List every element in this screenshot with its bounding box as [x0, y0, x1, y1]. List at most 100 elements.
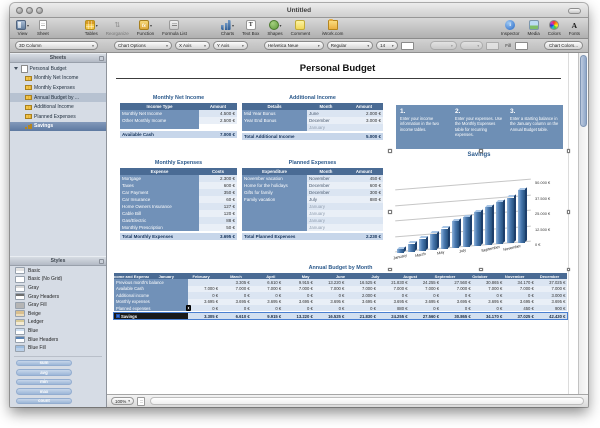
- column-header[interactable]: Expenditure: [242, 168, 307, 175]
- cell[interactable]: [345, 124, 383, 131]
- cell[interactable]: 16.525 €: [314, 313, 346, 319]
- cell[interactable]: January: [307, 210, 345, 217]
- style-item-basic-no-grid[interactable]: Basic (No Grid): [10, 275, 106, 284]
- maximize-button[interactable]: [36, 7, 43, 14]
- cell[interactable]: Home Owners Insurance: [120, 203, 199, 210]
- cell[interactable]: 450 €: [504, 305, 536, 311]
- column-header[interactable]: Expense: [120, 168, 199, 175]
- font-size-select[interactable]: 14▾: [376, 41, 397, 50]
- toolbar-inspector[interactable]: Inspector: [501, 20, 520, 37]
- steps-text-box[interactable]: 1.Enter your income information in the t…: [396, 105, 563, 149]
- cell[interactable]: 24.255 €: [377, 313, 409, 319]
- selection-handle[interactable]: [388, 149, 392, 153]
- cell[interactable]: 3.305 €: [188, 313, 220, 319]
- cell[interactable]: [242, 217, 307, 224]
- total-value[interactable]: 3.695 €: [199, 233, 237, 241]
- column-header[interactable]: Month: [307, 103, 345, 110]
- calc-avg[interactable]: avg: [16, 369, 72, 376]
- cell[interactable]: 37.025 €: [504, 313, 536, 319]
- chart-bar[interactable]: [408, 244, 415, 252]
- selection-handle[interactable]: [567, 268, 571, 272]
- sidebar-item-personal-budget[interactable]: Personal Budget: [10, 64, 106, 74]
- cell[interactable]: December: [307, 117, 345, 124]
- cell[interactable]: 60 €: [199, 196, 237, 203]
- title-bar[interactable]: Untitled: [10, 3, 588, 18]
- horizontal-scrollbar[interactable]: [150, 397, 584, 406]
- column-header[interactable]: Income Type: [120, 103, 199, 110]
- cell[interactable]: 2.000 €: [345, 110, 383, 117]
- disclosure-triangle-icon[interactable]: [14, 67, 18, 70]
- toolbar-view[interactable]: ▾View: [16, 20, 29, 37]
- selection-handle[interactable]: [388, 268, 392, 272]
- cell[interactable]: 0 €: [251, 305, 283, 311]
- table-title[interactable]: Monthly Net Income: [120, 95, 237, 101]
- total-label[interactable]: Available Cash: [120, 131, 199, 139]
- style-item-blue[interactable]: Blue: [10, 327, 106, 336]
- total-label[interactable]: Total Monthly Expenses: [120, 233, 199, 241]
- toolbar-colors[interactable]: Colors: [548, 20, 561, 37]
- savings-chart[interactable]: Savings 50.000 €37.500 €25.000 €12.500 €…: [389, 150, 569, 270]
- cell[interactable]: January: [307, 203, 345, 210]
- calc-max[interactable]: max: [16, 388, 72, 395]
- y-axis-select[interactable]: Y Axis▾: [213, 41, 248, 50]
- toolbar-text-box[interactable]: Text Box: [242, 20, 259, 37]
- cell[interactable]: 880 €: [377, 305, 409, 311]
- cell[interactable]: Taxes: [120, 182, 199, 189]
- calc-sum[interactable]: sum: [16, 360, 72, 367]
- cell[interactable]: 0 €: [188, 305, 220, 311]
- cell[interactable]: 30.865 €: [441, 313, 473, 319]
- page-title[interactable]: Personal Budget: [107, 63, 568, 74]
- cell[interactable]: Car Payment: [120, 189, 199, 196]
- cell[interactable]: 0 €: [441, 305, 473, 311]
- toolbar-shapes[interactable]: ▾Shapes: [267, 20, 282, 37]
- cell[interactable]: 88 €: [199, 217, 237, 224]
- column-header[interactable]: Amount: [199, 103, 237, 110]
- page-view-icon[interactable]: [137, 397, 145, 406]
- panel-splitter-handle[interactable]: [99, 56, 104, 61]
- sidebar-item-monthly-expenses[interactable]: Monthly Expenses: [10, 83, 106, 93]
- chart-options-select[interactable]: Chart Options▾: [114, 41, 172, 50]
- cell[interactable]: [345, 210, 383, 217]
- selection-handle[interactable]: [388, 210, 392, 214]
- panel-splitter-handle[interactable]: [99, 259, 104, 264]
- selection-handle[interactable]: [567, 210, 571, 214]
- text-color-well[interactable]: [401, 42, 414, 50]
- vertical-scrollbar[interactable]: [578, 53, 588, 394]
- cell[interactable]: [345, 217, 383, 224]
- column-header[interactable]: Details: [242, 103, 307, 110]
- style-item-blue-fill[interactable]: Blue Fill: [10, 344, 106, 353]
- column-header[interactable]: Amount: [345, 168, 383, 175]
- cell[interactable]: 0 €: [220, 305, 252, 311]
- toolbar-charts[interactable]: ▾Charts: [221, 20, 234, 37]
- cell[interactable]: 120 €: [199, 210, 237, 217]
- cell[interactable]: 42.430 €: [535, 313, 567, 319]
- cell[interactable]: 9.915 €: [251, 313, 283, 319]
- chart-bar[interactable]: [452, 221, 459, 248]
- selection-handle[interactable]: [567, 149, 571, 153]
- selection-handle[interactable]: [479, 149, 483, 153]
- scrollbar-thumb[interactable]: [580, 55, 587, 127]
- toolbar-iwork-com[interactable]: iWork.com: [322, 20, 343, 37]
- chart-bar[interactable]: [463, 217, 470, 247]
- cell[interactable]: 880 €: [345, 196, 383, 203]
- sidebar-item-additional-income[interactable]: Additional Income: [10, 102, 106, 112]
- cell[interactable]: 27.560 €: [409, 313, 441, 319]
- toolbar-formula-list[interactable]: Formula List: [162, 20, 187, 37]
- cell[interactable]: Monthly Prescription: [120, 224, 199, 231]
- toolbar-reorganize[interactable]: Reorganize: [106, 20, 129, 37]
- canvas[interactable]: Personal Budget Monthly Net Income Income…: [107, 53, 588, 394]
- style-item-gray[interactable]: Gray: [10, 284, 106, 293]
- cell[interactable]: Home for the holidays: [242, 182, 307, 189]
- toolbar-sheet[interactable]: Sheet: [37, 20, 49, 37]
- chart-bar[interactable]: [518, 190, 525, 243]
- chart-bar[interactable]: [507, 198, 514, 244]
- style-item-gray-fill[interactable]: Gray Fill: [10, 301, 106, 310]
- cell[interactable]: [345, 224, 383, 231]
- cell[interactable]: December: [307, 189, 345, 196]
- column-header[interactable]: Costs: [199, 168, 237, 175]
- cell[interactable]: 4.500 €: [199, 110, 237, 117]
- style-item-gray-headers[interactable]: Gray Headers: [10, 292, 106, 301]
- cell[interactable]: January: [307, 124, 345, 131]
- table-title[interactable]: Planned Expenses: [242, 160, 383, 166]
- chart-style-select[interactable]: 3D Column▾: [15, 41, 98, 50]
